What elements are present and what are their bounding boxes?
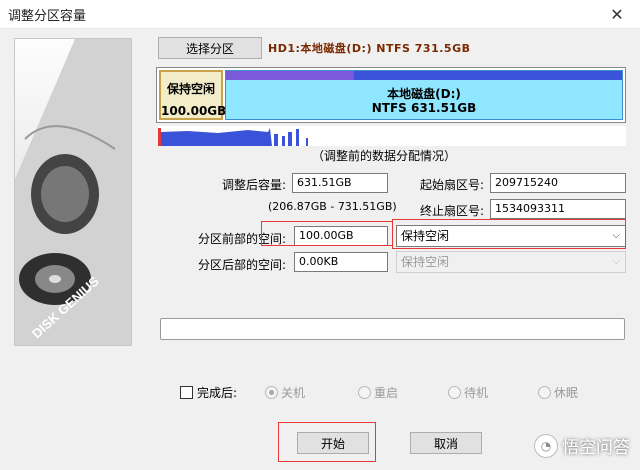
adjusted-size-field[interactable]: 631.51GB <box>292 173 388 193</box>
start-sector-label: 起始扇区号: <box>420 178 485 192</box>
after-complete-checkbox[interactable]: 完成后: <box>180 384 237 401</box>
radio-standby-label: 待机 <box>464 386 489 400</box>
highlight-front-space-field <box>261 221 393 246</box>
after-complete-label: 完成后: <box>197 386 238 400</box>
partition-desc: NTFS 631.51GB <box>371 101 477 115</box>
hard-drive-illustration: DISK GENIUS <box>15 39 131 345</box>
window-title: 调整分区容量 <box>8 9 87 24</box>
watermark-text: 悟空问答 <box>562 438 630 458</box>
watermark: ◔ 悟空问答 <box>534 433 630 458</box>
radio-hibernate[interactable]: 休眠 <box>538 384 578 401</box>
radio-restart-label: 重启 <box>374 386 399 400</box>
radio-icon <box>358 386 371 399</box>
disk-genius-sidebar-image: DISK GENIUS <box>14 38 132 346</box>
back-space-action-select: 保持空闲 ⌵ <box>396 251 626 273</box>
partition-bar: 保持空闲 100.00GB 本地磁盘(D:) NTFS 631.51GB <box>156 67 626 123</box>
progress-bar <box>160 318 625 340</box>
radio-shutdown[interactable]: 关机 <box>265 384 305 401</box>
range-hint: (206.87GB - 731.51GB) <box>268 200 397 213</box>
radio-standby[interactable]: 待机 <box>448 384 488 401</box>
highlight-front-space-select <box>392 219 626 249</box>
adjusted-size-label: 调整后容量: <box>222 178 287 192</box>
highlight-start-button <box>278 422 376 462</box>
data-map-caption: （调整前的数据分配情况） <box>312 149 457 163</box>
usage-strip-used <box>226 71 354 80</box>
back-space-label: 分区后部的空间: <box>198 258 287 272</box>
radio-shutdown-label: 关机 <box>281 386 306 400</box>
data-distribution-graph <box>158 128 308 146</box>
watermark-logo-icon: ◔ <box>534 433 558 458</box>
chevron-down-icon: ⌵ <box>612 256 620 267</box>
data-distribution-map <box>158 126 626 146</box>
cancel-button[interactable]: 取消 <box>410 432 482 454</box>
usage-strip <box>226 71 622 80</box>
end-sector-field[interactable]: 1534093311 <box>490 199 626 219</box>
back-space-field[interactable]: 0.00KB <box>294 252 388 272</box>
free-space-size: 100.00GB <box>161 104 227 118</box>
title-bar: 调整分区容量 ✕ <box>0 0 640 29</box>
free-space-segment[interactable]: 保持空闲 100.00GB <box>159 70 227 120</box>
free-space-label: 保持空闲 <box>166 82 215 96</box>
end-sector-label: 终止扇区号: <box>420 204 485 218</box>
partition-name: 本地磁盘(D:) <box>387 87 461 101</box>
radio-icon <box>448 386 461 399</box>
radio-selected-icon <box>265 386 278 399</box>
disk-info-label: HD1:本地磁盘(D:) NTFS 731.5GB <box>268 42 471 55</box>
radio-hibernate-label: 休眠 <box>554 386 579 400</box>
ntfs-partition-segment[interactable]: 本地磁盘(D:) NTFS 631.51GB <box>225 70 623 120</box>
start-sector-field[interactable]: 209715240 <box>490 173 626 193</box>
back-space-action-value: 保持空闲 <box>401 255 450 269</box>
select-partition-button[interactable]: 选择分区 <box>158 37 262 59</box>
close-icon[interactable]: ✕ <box>594 0 640 28</box>
checkbox-icon <box>180 386 193 399</box>
radio-icon <box>538 386 551 399</box>
radio-restart[interactable]: 重启 <box>358 384 398 401</box>
